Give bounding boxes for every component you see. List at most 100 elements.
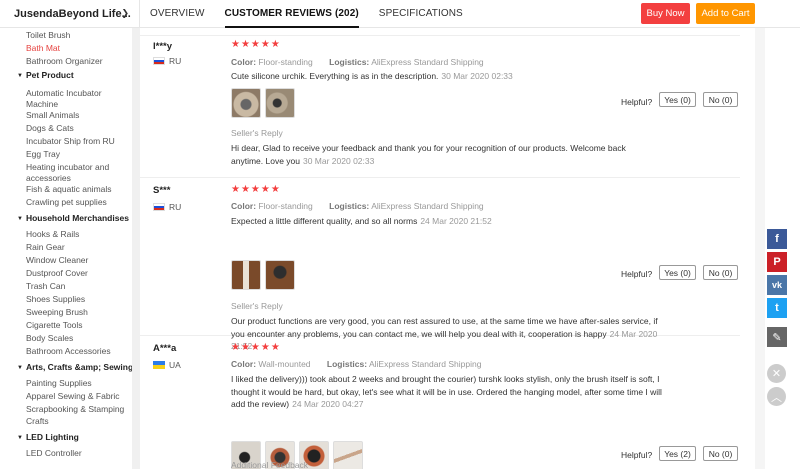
reviewer-country: UA [153,360,181,370]
sidebar-category-pet-product[interactable]: ▼ Pet Product [17,70,74,81]
triangle-down-icon: ▼ [17,73,23,79]
reviews-list: l***y RU ★★★★★ Color: Floor-standing Log… [140,28,750,469]
triangle-down-icon: ▼ [17,435,23,441]
sidebar-item-apparel-sewing[interactable]: Apparel Sewing & Fabric [26,391,126,402]
store-name: JusendaBeyond Life... [14,8,131,20]
sidebar-item-shoes-supplies[interactable]: Shoes Supplies [26,294,126,305]
review-photo-thumbnail[interactable] [265,260,295,290]
edit-icon[interactable]: ✎ [767,327,787,347]
review-photo-thumbnail[interactable] [231,260,261,290]
sidebar-item-egg-tray[interactable]: Egg Tray [26,149,126,160]
sidebar-category-household[interactable]: ▼ Household Merchandises [17,213,129,224]
helpful-yes-button[interactable]: Yes (0) [659,265,696,280]
review-text: I liked the delivery))) took about 2 wee… [231,374,662,409]
reply-date: 30 Mar 2020 02:33 [302,155,375,166]
sidebar-item-dustproof-cover[interactable]: Dustproof Cover [26,268,126,279]
sellers-reply-label: Seller's Reply [231,301,283,311]
sidebar-item-trash-can[interactable]: Trash Can [26,281,126,292]
star-rating: ★★★★★ [231,184,281,195]
star-rating: ★★★★★ [231,39,281,50]
tab-customer-reviews[interactable]: CUSTOMER REVIEWS (202) [224,0,359,28]
review-date: 24 Mar 2020 04:27 [292,399,364,409]
sidebar-category-led-lighting[interactable]: ▼ LED Lighting [17,432,79,443]
sidebar-item-bathroom-accessories[interactable]: Bathroom Accessories [26,346,126,357]
review-photo-thumbnail[interactable] [333,441,363,469]
sidebar-category-arts-crafts[interactable]: ▼ Arts, Crafts &amp; Sewing [17,362,132,373]
sidebar-item-scrapbooking[interactable]: Scrapbooking & Stamping [26,404,126,415]
review-date: 30 Mar 2020 02:33 [441,71,513,81]
flag-russia-icon [153,57,165,65]
helpful-label: Helpful? [621,450,653,460]
facebook-share-icon[interactable]: f [767,229,787,249]
vk-share-icon[interactable]: vk [767,275,787,295]
review-item: S*** RU ★★★★★ Color: Floor-standing Logi… [140,179,740,351]
review-attributes: Color: Floor-standing Logistics: AliExpr… [231,57,484,67]
star-rating: ★★★★★ [231,342,281,353]
reviewer-country: RU [153,56,181,66]
review-photos [231,260,299,290]
helpful-yes-button[interactable]: Yes (2) [659,446,696,461]
page-scrollbar[interactable] [755,28,765,469]
chevron-down-icon: ❯ [121,8,129,18]
sidebar-item-led-controller[interactable]: LED Controller [26,448,126,459]
sidebar-item-body-scales[interactable]: Body Scales [26,333,126,344]
sidebar-item-heating-incubator[interactable]: Heating incubator and accessories [26,162,126,183]
pinterest-share-icon[interactable]: P [767,252,787,272]
helpful-label: Helpful? [621,269,653,279]
sidebar-item-sweeping-brush[interactable]: Sweeping Brush [26,307,126,318]
sidebar-item-painting-supplies[interactable]: Painting Supplies [26,378,126,389]
helpful-no-button[interactable]: No (0) [703,446,738,461]
sellers-reply-text: Hi dear, Glad to receive your feedback a… [231,143,626,166]
sidebar-item-bath-mat[interactable]: Bath Mat [26,43,126,54]
sidebar-item-crawling-pet[interactable]: Crawling pet supplies [26,197,126,208]
store-selector[interactable]: JusendaBeyond Life... ❯ [0,0,140,28]
tab-specifications[interactable]: SPECIFICATIONS [379,0,463,28]
tab-overview[interactable]: OVERVIEW [150,0,205,28]
sidebar-item-crafts[interactable]: Crafts [26,416,126,427]
sidebar-item-bathroom-organizer[interactable]: Bathroom Organizer [26,56,126,67]
additional-feedback-label: Additional Feedback [231,460,309,469]
review-text: Cute silicone urchik. Everything is as i… [231,71,513,81]
review-item: l***y RU ★★★★★ Color: Floor-standing Log… [140,36,740,178]
sidebar-item-small-animals[interactable]: Small Animals [26,110,126,121]
reviewer-name: l***y [153,41,173,52]
review-photo-thumbnail[interactable] [231,88,261,118]
helpful-no-button[interactable]: No (0) [703,265,738,280]
review-attributes: Color: Wall-mounted Logistics: AliExpres… [231,359,482,369]
sidebar-item-rain-gear[interactable]: Rain Gear [26,242,126,253]
helpful-label: Helpful? [621,97,653,107]
review-date: 24 Mar 2020 21:52 [420,216,492,226]
flag-ukraine-icon [153,361,165,369]
sidebar-item-window-cleaner[interactable]: Window Cleaner [26,255,126,266]
add-to-cart-button[interactable]: Add to Cart [696,3,755,24]
sidebar-item-incubator-ru[interactable]: Incubator Ship from RU [26,136,126,147]
back-to-top-icon[interactable]: ︿ [767,387,786,406]
review-text: Expected a little different quality, and… [231,216,492,226]
buy-now-button[interactable]: Buy Now [641,3,690,24]
sidebar-item-cigarette-tools[interactable]: Cigarette Tools [26,320,126,331]
reviewer-name: A***a [153,343,177,354]
sidebar-item-fish-aquatic[interactable]: Fish & aquatic animals [26,184,126,195]
review-item: A***a UA ★★★★★ Color: Wall-mounted Logis… [140,337,740,469]
sidebar-item-automatic-incubator[interactable]: Automatic Incubator Machine [26,88,126,109]
sidebar-item-hooks-rails[interactable]: Hooks & Rails [26,229,126,240]
twitter-share-icon[interactable]: t [767,298,787,318]
reviewer-country: RU [153,202,181,212]
sellers-reply-label: Seller's Reply [231,128,283,138]
helpful-yes-button[interactable]: Yes (0) [659,92,696,107]
triangle-down-icon: ▼ [17,365,23,371]
tab-bar: OVERVIEW CUSTOMER REVIEWS (202) SPECIFIC… [150,0,483,28]
review-photo-thumbnail[interactable] [265,88,295,118]
sidebar-scrollbar[interactable] [132,28,140,469]
category-sidebar: Toilet Brush Bath Mat Bathroom Organizer… [0,28,132,469]
review-photos [231,88,299,118]
top-bar: JusendaBeyond Life... ❯ OVERVIEW CUSTOME… [0,0,800,28]
helpful-no-button[interactable]: No (0) [703,92,738,107]
sidebar-item-toilet-brush[interactable]: Toilet Brush [26,30,126,41]
flag-russia-icon [153,203,165,211]
review-attributes: Color: Floor-standing Logistics: AliExpr… [231,201,484,211]
close-icon[interactable]: ✕ [767,364,786,383]
reviewer-name: S*** [153,185,171,196]
sidebar-item-dogs-cats[interactable]: Dogs & Cats [26,123,126,134]
triangle-down-icon: ▼ [17,216,23,222]
